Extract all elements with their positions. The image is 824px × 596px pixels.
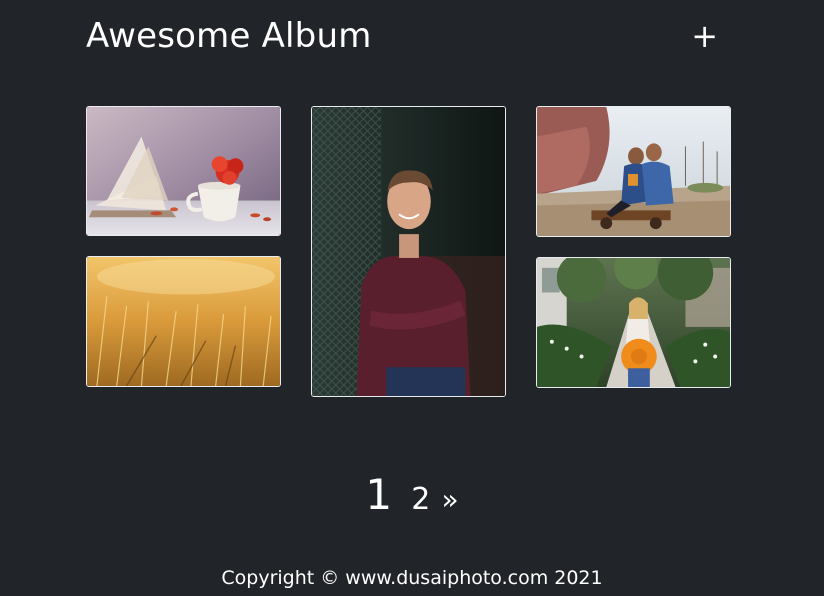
photo-card-man[interactable] (311, 106, 506, 397)
pagination: 1 2 » (0, 470, 824, 530)
teacup-photo-image (87, 107, 280, 235)
page-current-1: 1 (365, 470, 393, 519)
wheat-photo-image (87, 257, 280, 386)
kids-photo-image (537, 107, 730, 236)
man-photo-image (312, 107, 505, 396)
photo-card-kids[interactable] (536, 106, 731, 237)
photo-card-tea[interactable] (86, 106, 281, 236)
page-link-2[interactable]: 2 (411, 482, 430, 517)
footer-copyright: Copyright © www.dusaiphoto.com 2021 (221, 567, 603, 589)
next-page-arrow[interactable]: » (441, 483, 458, 516)
photo-card-wheat[interactable] (86, 256, 281, 387)
add-photo-button[interactable]: + (691, 18, 718, 54)
page-title: Awesome Album (86, 16, 372, 56)
girl-photo-image (537, 258, 730, 387)
album-page: Awesome Album + 1 2 » Copyright © www.du… (0, 0, 824, 596)
photo-card-girl[interactable] (536, 257, 731, 388)
header: Awesome Album + (86, 14, 732, 58)
